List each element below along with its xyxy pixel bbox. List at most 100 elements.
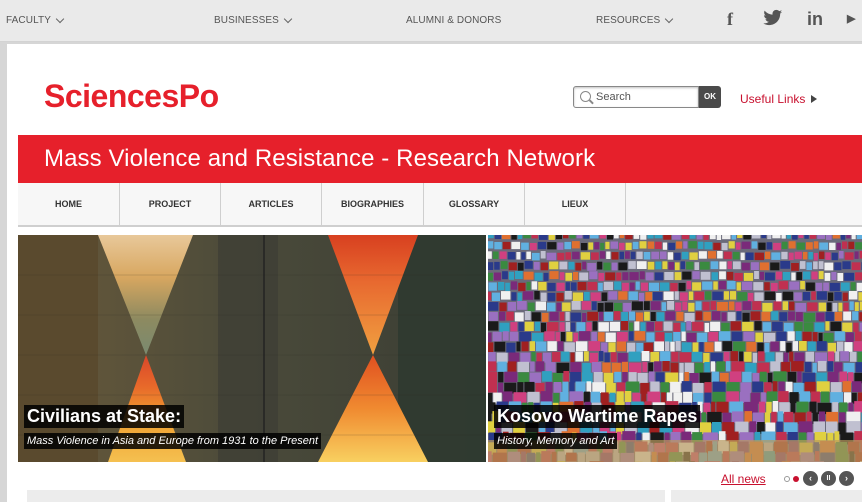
fabric-swatch — [640, 282, 648, 291]
carousel-dot[interactable] — [784, 476, 790, 482]
fabric-swatch — [771, 411, 777, 424]
fabric-swatch — [641, 351, 650, 361]
fabric-swatch — [797, 371, 802, 382]
fabric-swatch — [795, 331, 802, 341]
fabric-swatch — [809, 401, 817, 413]
fabric-swatch — [752, 381, 764, 393]
fabric-swatch — [565, 322, 570, 332]
fabric-swatch — [766, 391, 778, 403]
fabric-swatch — [618, 262, 628, 271]
fabric-swatch — [527, 302, 535, 312]
fabric-swatch — [853, 341, 862, 351]
search-ok-button[interactable]: OK — [699, 86, 721, 108]
search-input[interactable]: Search — [573, 86, 699, 108]
fabric-swatch — [764, 342, 770, 353]
faculty-menu[interactable]: FACULTY — [6, 14, 65, 26]
fabric-swatch — [688, 302, 695, 312]
fabric-swatch — [732, 261, 741, 270]
fabric-swatch — [627, 342, 636, 353]
fabric-swatch — [502, 241, 511, 250]
fabric-swatch — [633, 235, 640, 239]
fabric-swatch — [511, 292, 517, 301]
fabric-swatch — [849, 301, 854, 311]
fabric-swatch — [688, 291, 694, 300]
fabric-swatch — [499, 302, 507, 312]
nav-articles[interactable]: ARTICLES — [221, 183, 322, 225]
nav-home[interactable]: HOME — [18, 183, 120, 225]
fabric-swatch — [515, 271, 523, 279]
fabric-swatch — [569, 381, 575, 393]
fabric-swatch — [821, 391, 830, 403]
nav-project[interactable]: PROJECT — [120, 183, 221, 225]
fabric-swatch — [773, 242, 781, 251]
sciencespo-logo[interactable]: SciencesPo — [44, 78, 219, 115]
pause-icon[interactable]: II — [821, 471, 836, 486]
fabric-swatch — [614, 371, 622, 383]
slide-title[interactable]: Kosovo Wartime Rapes — [494, 405, 701, 428]
fabric-swatch — [848, 241, 855, 249]
fabric-swatch — [605, 272, 616, 281]
prev-icon[interactable]: ‹ — [803, 471, 818, 486]
fabric-swatch — [534, 321, 540, 331]
fabric-swatch — [730, 351, 738, 362]
fabric-swatch — [771, 311, 779, 321]
fabric-swatch — [547, 302, 556, 312]
slide-civilians[interactable]: Civilians at Stake: Mass Violence in Asi… — [18, 235, 486, 462]
fabric-swatch — [604, 352, 610, 363]
fabric-swatch — [818, 411, 826, 423]
fabric-swatch — [716, 361, 725, 372]
fabric-swatch — [788, 252, 794, 261]
facebook-icon[interactable]: f — [727, 9, 733, 30]
fabric-swatch — [575, 262, 582, 271]
fabric-swatch — [488, 262, 494, 270]
fabric-swatch — [726, 271, 734, 280]
fabric-swatch — [787, 331, 795, 341]
nav-glossary[interactable]: GLOSSARY — [424, 183, 525, 225]
fabric-swatch — [518, 372, 529, 383]
fabric-swatch — [531, 235, 538, 239]
fabric-swatch — [773, 371, 787, 382]
nav-lieux[interactable]: LIEUX — [525, 183, 626, 225]
fabric-swatch — [686, 332, 697, 343]
fabric-swatch — [711, 371, 719, 383]
fabric-swatch — [765, 352, 775, 363]
fabric-swatch — [584, 292, 590, 301]
fabric-swatch — [626, 381, 640, 393]
fabric-swatch — [628, 351, 641, 362]
fabric-swatch — [510, 281, 518, 290]
fabric-swatch — [825, 252, 831, 260]
fabric-swatch — [795, 303, 807, 312]
useful-links[interactable]: Useful Links — [740, 92, 818, 106]
fabric-swatch — [509, 331, 519, 342]
fabric-swatch — [603, 262, 611, 271]
site-title[interactable]: Mass Violence and Resistance - Research … — [44, 145, 595, 173]
carousel-dot-active[interactable] — [793, 476, 799, 482]
businesses-menu[interactable]: BUSINESSES — [214, 14, 293, 26]
fabric-swatch — [645, 272, 654, 281]
resources-menu[interactable]: RESOURCES — [596, 14, 674, 26]
twitter-icon[interactable] — [763, 9, 783, 32]
fabric-swatch — [670, 341, 675, 352]
slide-kosovo[interactable]: Kosovo Wartime Rapes History, Memory and… — [488, 235, 862, 462]
fabric-swatch — [622, 372, 628, 383]
fabric-swatch — [816, 341, 827, 351]
fabric-swatch — [757, 362, 770, 373]
fabric-swatch — [488, 332, 492, 342]
linkedin-icon[interactable]: in — [807, 9, 823, 30]
fabric-swatch — [789, 392, 799, 404]
fabric-swatch — [803, 322, 814, 332]
fabric-swatch — [629, 272, 639, 281]
fabric-swatch — [813, 261, 818, 270]
fabric-swatch — [729, 401, 743, 413]
next-icon[interactable]: › — [839, 471, 854, 486]
fabric-swatch — [780, 341, 786, 351]
alumni-donors-link[interactable]: ALUMNI & DONORS — [406, 15, 501, 26]
slide-title[interactable]: Civilians at Stake: — [24, 405, 185, 428]
nav-biographies[interactable]: BIOGRAPHIES — [322, 183, 424, 225]
fabric-swatch — [547, 292, 556, 302]
fabric-swatch — [556, 282, 565, 291]
youtube-icon[interactable]: ▶ — [847, 12, 855, 25]
fabric-swatch — [811, 391, 820, 403]
fabric-swatch — [842, 241, 848, 249]
all-news-link[interactable]: All news — [721, 472, 766, 486]
